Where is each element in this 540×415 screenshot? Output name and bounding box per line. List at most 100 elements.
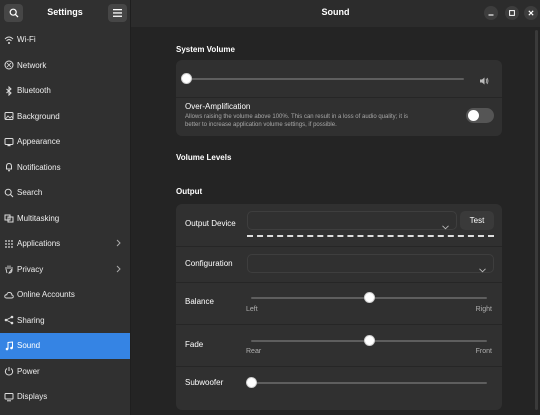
sidebar-item-bluetooth[interactable]: Bluetooth: [0, 78, 130, 104]
sidebar-item-label: Applications: [17, 239, 61, 249]
sidebar-item-search[interactable]: Search: [0, 180, 130, 206]
volume-levels-heading: Volume Levels: [176, 153, 232, 162]
power-icon: [4, 366, 14, 376]
device-dashed-line: [247, 235, 494, 237]
sidebar-item-label: Notifications: [17, 162, 61, 172]
over-amplification-title: Over-Amplification: [185, 102, 251, 111]
output-card: Output Device Test Configuration Balance…: [176, 204, 502, 410]
balance-right-label: Right: [475, 306, 492, 313]
speaker-icon: [479, 73, 489, 91]
sidebar-item-label: Multitasking: [17, 213, 60, 223]
over-amp-desc-line-2: better to increase application volume se…: [185, 122, 337, 128]
sidebar-item-label: Bluetooth: [17, 86, 51, 96]
sidebar-list: Wi-Fi Network Bluetooth Background Appea…: [0, 27, 130, 410]
search-icon: [4, 188, 14, 198]
configuration-label: Configuration: [185, 259, 233, 268]
system-volume-slider-knob[interactable]: [180, 73, 192, 84]
hand-icon: [4, 264, 14, 274]
minimize-button[interactable]: [484, 6, 498, 20]
system-volume-track[interactable]: [186, 78, 464, 80]
chevron-right-icon: [116, 265, 121, 275]
sidebar-item-multitasking[interactable]: Multitasking: [0, 206, 130, 232]
sidebar-item-online-accounts[interactable]: Online Accounts: [0, 282, 130, 308]
scrollbar[interactable]: [535, 30, 538, 410]
configuration-dropdown[interactable]: [247, 254, 494, 273]
sidebar-item-privacy[interactable]: Privacy: [0, 257, 130, 283]
sidebar-item-wifi[interactable]: Wi-Fi: [0, 27, 130, 53]
sidebar-item-background[interactable]: Background: [0, 104, 130, 130]
card-divider: [176, 97, 502, 98]
menu-button[interactable]: [108, 4, 127, 22]
sidebar-item-label: Sharing: [17, 315, 45, 325]
card-divider: [176, 324, 502, 325]
subwoofer-label: Subwoofer: [185, 378, 224, 387]
chevron-right-icon: [116, 239, 121, 249]
sidebar-item-label: Search: [17, 188, 43, 198]
sidebar-item-label: Sound: [17, 341, 41, 351]
chevron-down-icon: [479, 260, 486, 278]
music-note-icon: [4, 341, 14, 351]
sidebar-item-sound[interactable]: Sound: [0, 333, 130, 359]
sidebar-item-notifications[interactable]: Notifications: [0, 155, 130, 181]
over-amp-desc-line-1: Allows raising the volume above 100%. Th…: [185, 114, 409, 120]
wifi-icon: [4, 35, 14, 45]
maximize-icon: [509, 10, 515, 16]
output-device-label: Output Device: [185, 219, 236, 228]
main-panel: Sound System Volume Over-Amplification A…: [131, 0, 540, 415]
fade-slider-knob[interactable]: [363, 335, 375, 346]
subwoofer-track[interactable]: [251, 382, 487, 384]
sidebar-item-sharing[interactable]: Sharing: [0, 308, 130, 334]
over-amplification-description: Allows raising the volume above 100%. Th…: [185, 113, 408, 129]
background-icon: [4, 111, 14, 121]
chevron-down-icon: [442, 217, 449, 235]
over-amplification-toggle[interactable]: [466, 108, 494, 123]
share-icon: [4, 315, 14, 325]
close-icon: [528, 10, 534, 16]
card-divider: [176, 246, 502, 247]
sidebar-item-label: Online Accounts: [17, 290, 75, 300]
sidebar-item-power[interactable]: Power: [0, 359, 130, 385]
maximize-button[interactable]: [505, 6, 519, 20]
sidebar-item-label: Displays: [17, 392, 48, 402]
sidebar-item-label: Wi-Fi: [17, 35, 36, 45]
bell-icon: [4, 162, 14, 172]
sidebar-item-applications[interactable]: Applications: [0, 231, 130, 257]
system-volume-heading: System Volume: [176, 45, 235, 54]
title-bar: Sound: [131, 0, 540, 27]
system-volume-card: Over-Amplification Allows raising the vo…: [176, 60, 502, 136]
sidebar-item-label: Power: [17, 366, 40, 376]
sidebar-item-network[interactable]: Network: [0, 53, 130, 79]
balance-slider-knob[interactable]: [363, 292, 375, 303]
fade-label: Fade: [185, 340, 204, 349]
card-divider: [176, 282, 502, 283]
card-divider: [176, 366, 502, 367]
close-button[interactable]: [524, 6, 538, 20]
sidebar-item-label: Privacy: [17, 264, 44, 274]
balance-label: Balance: [185, 297, 214, 306]
bluetooth-icon: [4, 85, 14, 96]
window-title: Sound: [321, 7, 350, 17]
fade-front-label: Front: [475, 348, 492, 355]
sidebar: Settings Wi-Fi Network Bluetooth Backgro…: [0, 0, 131, 415]
sidebar-item-appearance[interactable]: Appearance: [0, 129, 130, 155]
test-button[interactable]: Test: [460, 211, 494, 230]
apps-grid-icon: [4, 239, 14, 249]
cloud-icon: [4, 290, 14, 300]
multitasking-icon: [4, 213, 14, 223]
hamburger-icon: [113, 9, 122, 17]
output-device-dropdown[interactable]: [247, 211, 457, 230]
sidebar-item-label: Network: [17, 60, 47, 70]
network-icon: [4, 60, 14, 70]
toggle-knob: [468, 110, 479, 121]
sidebar-item-label: Appearance: [17, 137, 61, 147]
sidebar-item-displays[interactable]: Displays: [0, 384, 130, 410]
output-heading: Output: [176, 187, 203, 196]
fade-rear-label: Rear: [246, 348, 262, 355]
appearance-icon: [4, 137, 14, 147]
sidebar-item-label: Background: [17, 111, 60, 121]
subwoofer-slider-knob[interactable]: [245, 377, 257, 388]
sidebar-header: Settings: [0, 0, 130, 27]
display-icon: [4, 392, 14, 402]
balance-left-label: Left: [246, 306, 258, 313]
minimize-icon: [488, 14, 494, 16]
